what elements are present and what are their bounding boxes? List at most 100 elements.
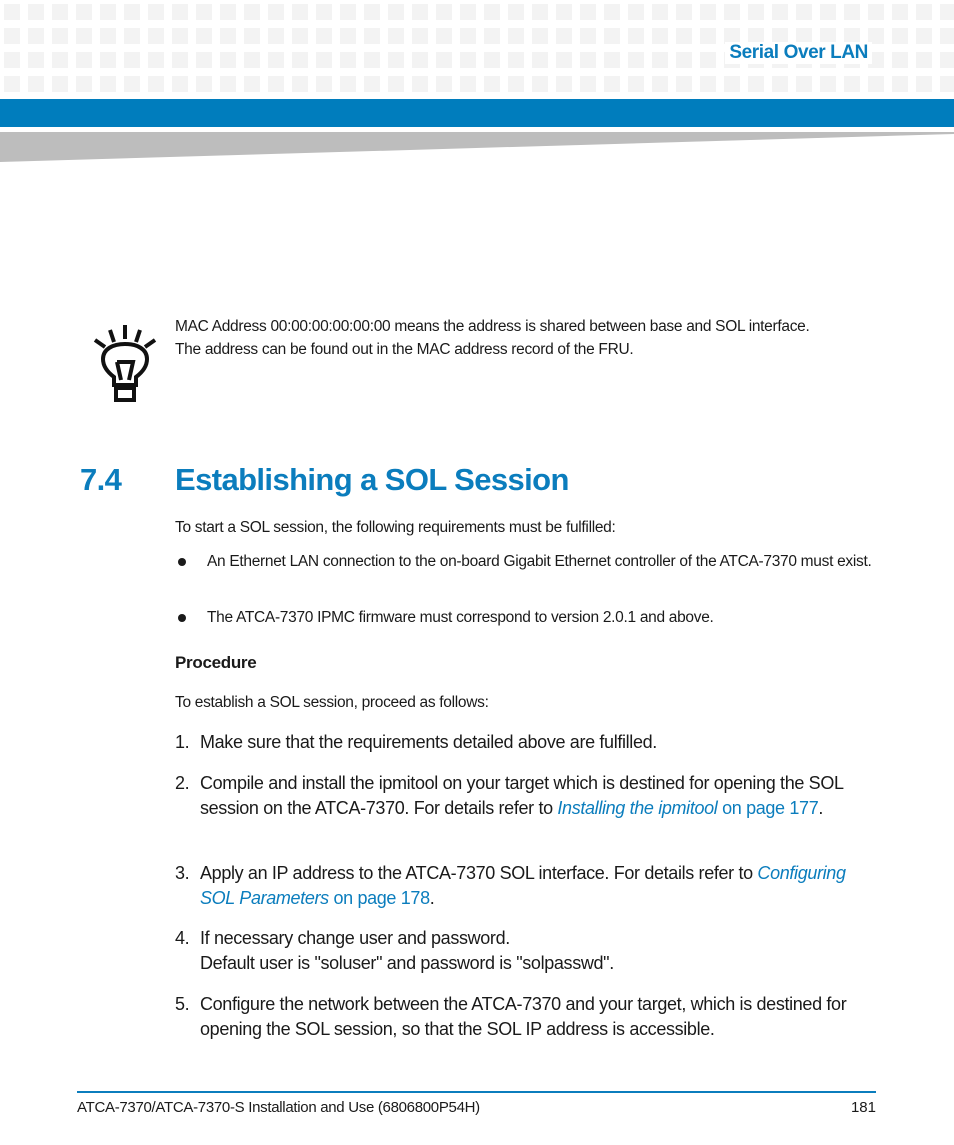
grid-square (220, 76, 236, 92)
grid-square (724, 76, 740, 92)
procedure-intro: To establish a SOL session, proceed as f… (175, 694, 489, 711)
grid-square (4, 4, 20, 20)
footer-document-title: ATCA-7370/ATCA-7370-S Installation and U… (77, 1099, 480, 1116)
grid-square (76, 28, 92, 44)
page-number: 181 (850, 1099, 876, 1116)
grid-square (220, 52, 236, 68)
grid-square (940, 52, 954, 68)
grid-square (100, 4, 116, 20)
grid-square (532, 76, 548, 92)
grid-square (316, 4, 332, 20)
grid-square (580, 4, 596, 20)
grid-square (892, 4, 908, 20)
grid-square (820, 76, 836, 92)
footer-divider (77, 1091, 876, 1093)
grid-square (868, 76, 884, 92)
grid-square (676, 76, 692, 92)
grid-square (340, 52, 356, 68)
link-installing-ipmitool[interactable]: Installing the ipmitool on page 177 (557, 798, 818, 818)
grid-square (844, 76, 860, 92)
grid-square (388, 4, 404, 20)
grid-square (940, 76, 954, 92)
grid-square (628, 4, 644, 20)
grid-square (436, 76, 452, 92)
grid-square (580, 52, 596, 68)
grid-square (148, 52, 164, 68)
grid-square (148, 4, 164, 20)
section-heading: 7.4 Establishing a SOL Session (80, 462, 569, 498)
grid-square (316, 76, 332, 92)
grid-square (508, 76, 524, 92)
grid-square (220, 4, 236, 20)
grid-square (556, 76, 572, 92)
grid-square (412, 76, 428, 92)
grid-square (292, 52, 308, 68)
grid-square (700, 52, 716, 68)
grid-square (556, 52, 572, 68)
grid-square (580, 76, 596, 92)
grid-square (868, 4, 884, 20)
grid-square (364, 28, 380, 44)
grid-square (268, 76, 284, 92)
grid-square (268, 28, 284, 44)
grid-square (172, 4, 188, 20)
grid-square (604, 28, 620, 44)
bullet-icon (178, 558, 186, 566)
grid-square (628, 28, 644, 44)
grid-square (892, 52, 908, 68)
grid-square (796, 4, 812, 20)
grid-square (28, 4, 44, 20)
grid-square (820, 4, 836, 20)
grid-square (340, 76, 356, 92)
grid-square (172, 28, 188, 44)
grid-square (676, 28, 692, 44)
header-gray-wedge (0, 132, 954, 162)
tip-text: MAC Address 00:00:00:00:00:00 means the … (175, 318, 810, 358)
grid-square (76, 52, 92, 68)
grid-square (436, 52, 452, 68)
grid-square (316, 52, 332, 68)
grid-square (316, 28, 332, 44)
grid-square (52, 52, 68, 68)
grid-square (100, 28, 116, 44)
grid-square (436, 4, 452, 20)
grid-square (700, 4, 716, 20)
grid-square (508, 52, 524, 68)
grid-square (124, 76, 140, 92)
grid-square (460, 76, 476, 92)
grid-square (700, 76, 716, 92)
grid-square (556, 28, 572, 44)
grid-square (124, 52, 140, 68)
grid-square (460, 52, 476, 68)
grid-square (412, 28, 428, 44)
grid-square (604, 76, 620, 92)
grid-square (28, 52, 44, 68)
grid-square (604, 52, 620, 68)
grid-square (748, 76, 764, 92)
grid-square (220, 28, 236, 44)
grid-square (148, 28, 164, 44)
grid-square (412, 52, 428, 68)
section-title: Establishing a SOL Session (175, 462, 569, 497)
grid-square (532, 28, 548, 44)
grid-square (340, 4, 356, 20)
grid-square (460, 28, 476, 44)
grid-square (4, 28, 20, 44)
grid-square (460, 4, 476, 20)
grid-square (532, 4, 548, 20)
section-intro: To start a SOL session, the following re… (175, 519, 616, 536)
grid-square (676, 52, 692, 68)
grid-square (124, 4, 140, 20)
grid-square (484, 28, 500, 44)
grid-square (508, 4, 524, 20)
grid-square (76, 76, 92, 92)
grid-square (4, 76, 20, 92)
grid-square (916, 4, 932, 20)
grid-square (172, 52, 188, 68)
grid-square (628, 52, 644, 68)
grid-square (196, 76, 212, 92)
grid-square (796, 76, 812, 92)
grid-square (100, 76, 116, 92)
grid-square (484, 52, 500, 68)
grid-square (652, 28, 668, 44)
